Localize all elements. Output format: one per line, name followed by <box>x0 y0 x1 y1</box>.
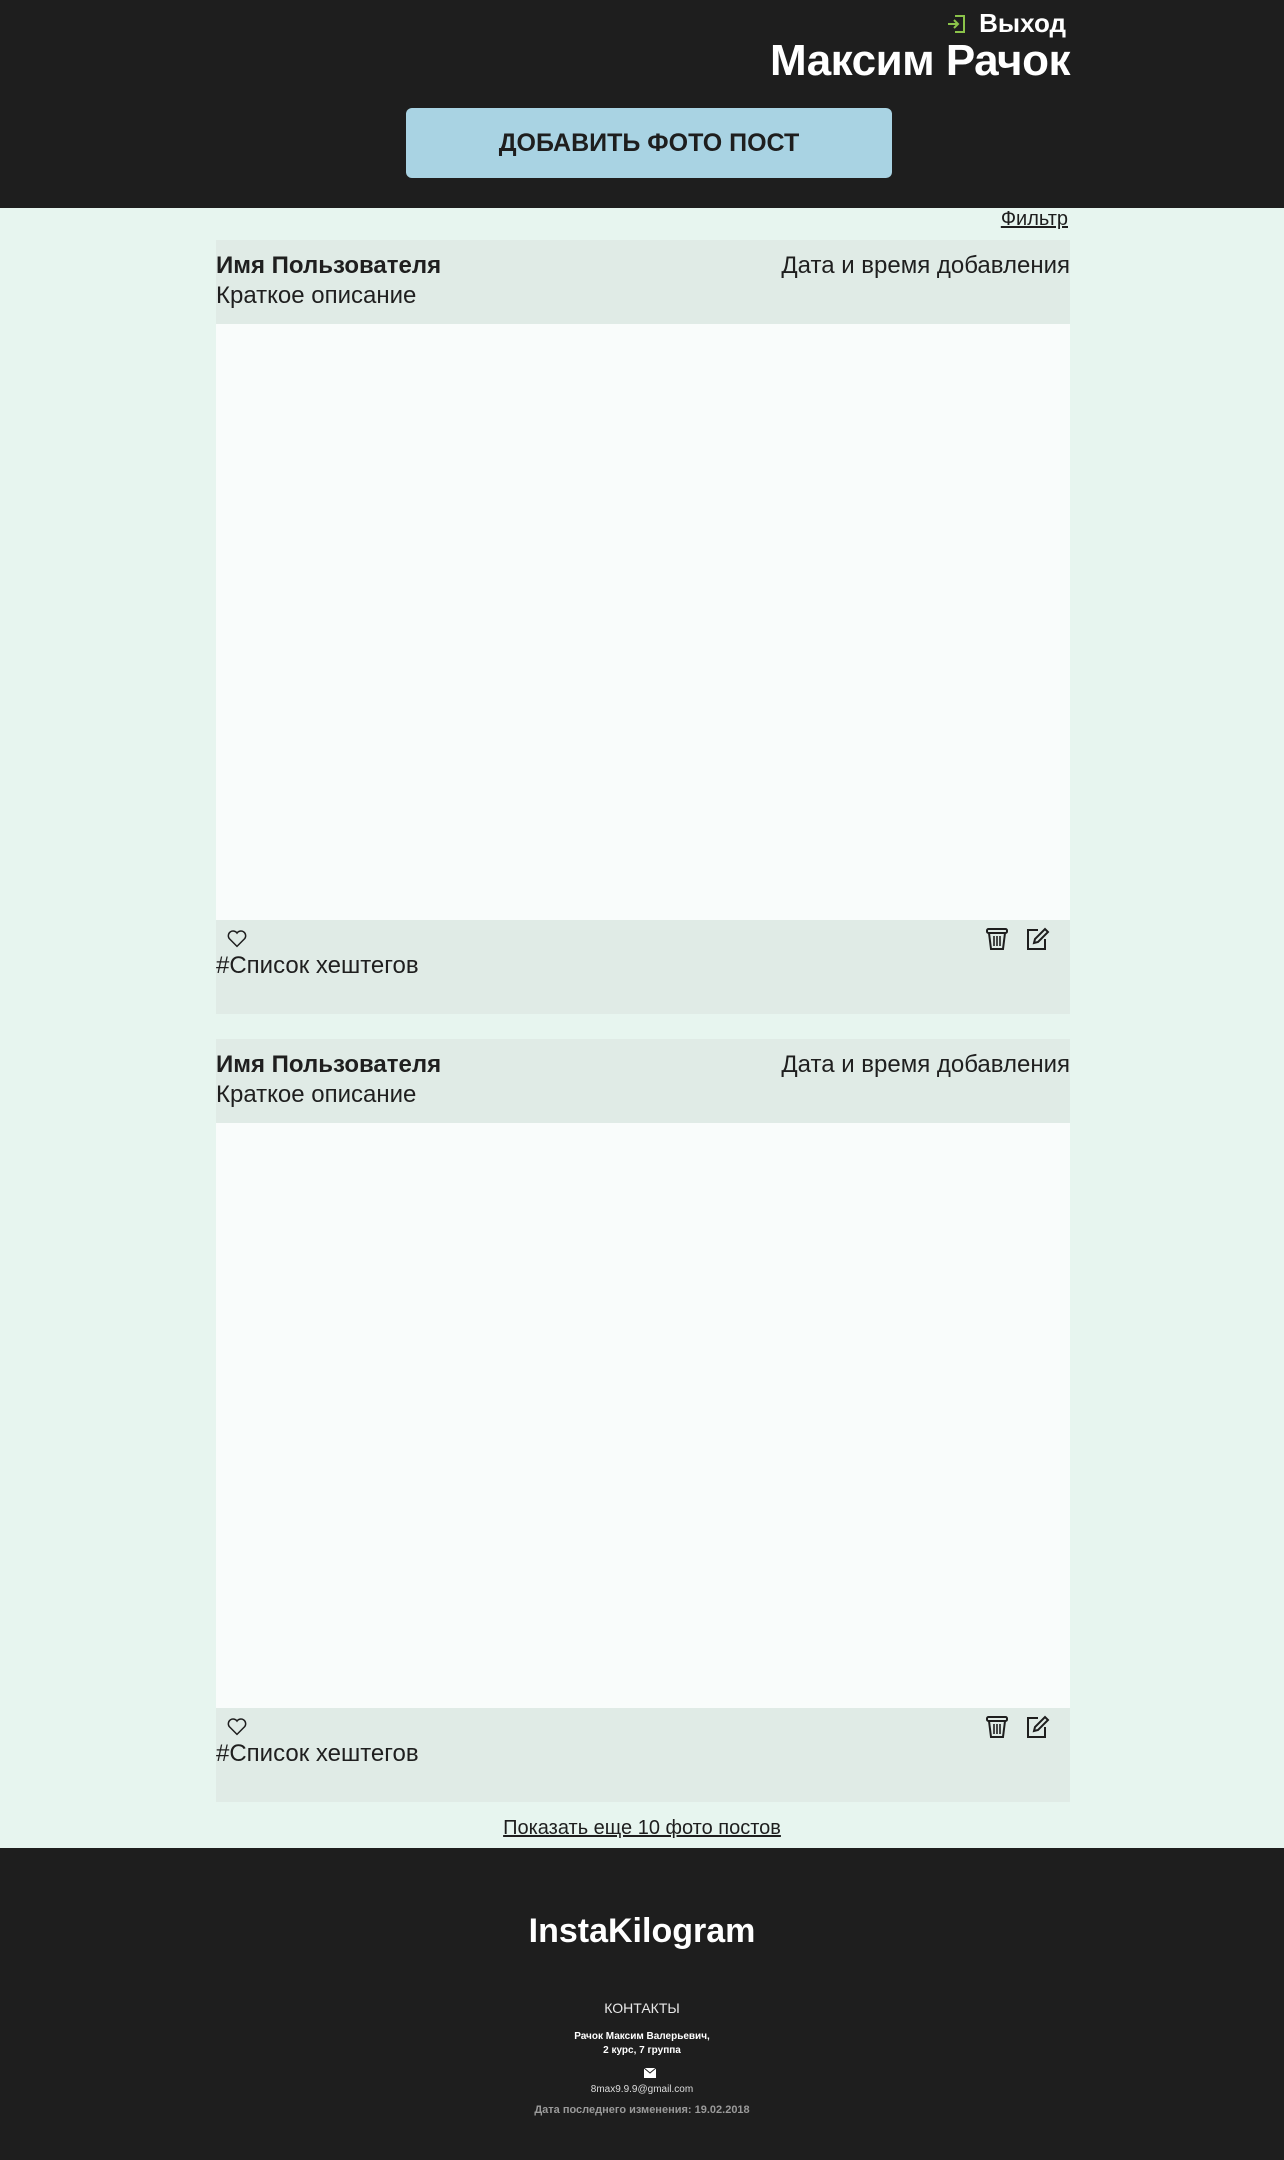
post-photo <box>216 324 1070 920</box>
post-footer: #Список хештегов <box>216 1708 1070 1802</box>
current-user-name: Максим Рачок <box>770 36 1070 85</box>
post-description: Краткое описание <box>216 282 417 309</box>
post-date: Дата и время добавления <box>781 252 1070 279</box>
site-footer: InstaKilogram КОНТАКТЫ Рачок Максим Вале… <box>0 1848 1284 2160</box>
post-date: Дата и время добавления <box>781 1051 1070 1078</box>
envelope-icon <box>644 2068 656 2078</box>
post-author[interactable]: Имя Пользователя <box>216 1051 441 1079</box>
post-footer: #Список хештегов <box>216 920 1070 1014</box>
heart-icon[interactable] <box>226 1716 248 1738</box>
contacts-heading: КОНТАКТЫ <box>604 2000 680 2016</box>
edit-icon[interactable] <box>1024 926 1050 952</box>
trash-icon[interactable] <box>984 926 1010 952</box>
logout-link[interactable]: Выход <box>945 8 1066 39</box>
logout-label: Выход <box>979 8 1066 38</box>
edit-icon[interactable] <box>1024 1714 1050 1740</box>
post-hashtags: #Список хештегов <box>216 952 419 979</box>
post-header: Имя Пользователя Дата и время добавления… <box>216 1039 1070 1123</box>
author-group: 2 курс, 7 группа <box>603 2045 681 2056</box>
post-description: Краткое описание <box>216 1081 417 1108</box>
post-header: Имя Пользователя Дата и время добавления… <box>216 240 1070 324</box>
last-updated: Дата последнего изменения: 19.02.2018 <box>534 2104 750 2116</box>
photo-post: Имя Пользователя Дата и время добавления… <box>216 240 1070 1014</box>
site-header: Выход Максим Рачок ДОБАВИТЬ ФОТО ПОСТ <box>0 0 1284 208</box>
author-info: Рачок Максим Валерьевич, 2 курс, 7 групп… <box>0 2030 1284 2058</box>
photo-post: Имя Пользователя Дата и время добавления… <box>216 1039 1070 1802</box>
heart-icon[interactable] <box>226 928 248 950</box>
login-arrow-icon <box>948 14 966 33</box>
author-name: Рачок Максим Валерьевич, <box>574 2031 710 2042</box>
contact-email[interactable]: 8max9.9.9@gmail.com <box>0 2084 1284 2095</box>
add-photo-post-button[interactable]: ДОБАВИТЬ ФОТО ПОСТ <box>406 108 892 178</box>
show-more-container: Показать еще 10 фото постов <box>0 1817 1284 1840</box>
filter-link[interactable]: Фильтр <box>1001 208 1068 231</box>
trash-icon[interactable] <box>984 1714 1010 1740</box>
footer-brand-logo: InstaKilogram <box>528 1912 756 1950</box>
post-author[interactable]: Имя Пользователя <box>216 252 441 280</box>
post-photo <box>216 1123 1070 1708</box>
show-more-link[interactable]: Показать еще 10 фото постов <box>503 1817 781 1839</box>
post-hashtags: #Список хештегов <box>216 1740 419 1767</box>
